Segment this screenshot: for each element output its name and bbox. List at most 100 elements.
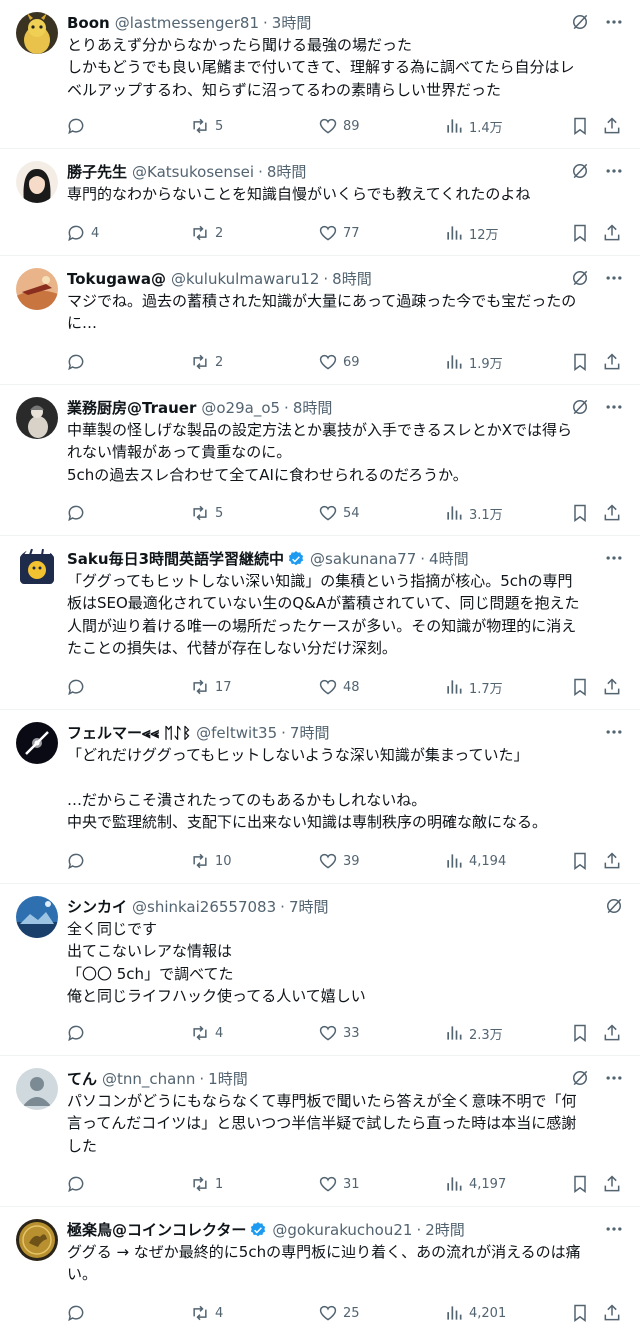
views-button[interactable]: 4,201 (444, 1302, 506, 1324)
display-name[interactable]: フェルマー⪡⪡ ᛖᛇᛒ (67, 722, 191, 744)
share-button[interactable] (602, 1173, 622, 1195)
display-name[interactable]: Saku毎日3時間英語学習継続中 (67, 548, 284, 570)
post[interactable]: てん @tnn_chann · 1時間 パソコンがどうにもならなくて専門板で聞い… (0, 1056, 640, 1207)
repost-button[interactable]: 1 (190, 1173, 223, 1195)
views-button[interactable]: 1.4万 (444, 115, 503, 137)
avatar[interactable] (16, 12, 58, 54)
repost-button[interactable]: 4 (190, 1302, 223, 1324)
views-button[interactable]: 1.7万 (444, 676, 503, 698)
timestamp[interactable]: 7時間 (290, 722, 330, 744)
user-handle[interactable]: @tnn_chann (102, 1068, 195, 1090)
timestamp[interactable]: 8時間 (332, 268, 372, 290)
like-button[interactable]: 89 (318, 115, 360, 137)
avatar[interactable] (16, 161, 58, 203)
bookmark-button[interactable] (570, 1173, 590, 1195)
avatar[interactable] (16, 548, 58, 590)
reply-button[interactable] (66, 1302, 91, 1324)
share-button[interactable] (602, 502, 622, 524)
display-name[interactable]: 勝子先生 (67, 161, 127, 183)
views-button[interactable]: 4,197 (444, 1173, 506, 1195)
bookmark-button[interactable] (570, 502, 590, 524)
user-handle[interactable]: @feltwit35 (196, 722, 277, 744)
grok-icon[interactable] (604, 896, 624, 916)
repost-button[interactable]: 17 (190, 676, 232, 698)
like-button[interactable]: 31 (318, 1173, 360, 1195)
share-button[interactable] (602, 676, 622, 698)
avatar[interactable] (16, 268, 58, 310)
grok-icon[interactable] (570, 1068, 590, 1088)
timestamp[interactable]: 3時間 (272, 12, 312, 34)
reply-button[interactable] (66, 850, 91, 872)
repost-button[interactable]: 5 (190, 115, 223, 137)
avatar[interactable] (16, 896, 58, 938)
share-button[interactable] (602, 1302, 622, 1324)
user-handle[interactable]: @sakunana77 (310, 548, 416, 570)
post[interactable]: 極楽鳥@コインコレクター @gokurakuchou21 · 2時間 ググる →… (0, 1207, 640, 1329)
more-dots-icon[interactable] (604, 268, 624, 288)
avatar[interactable] (16, 1219, 58, 1261)
share-button[interactable] (602, 850, 622, 872)
bookmark-button[interactable] (570, 351, 590, 373)
views-button[interactable]: 3.1万 (444, 502, 503, 524)
user-handle[interactable]: @kulukulmawaru12 (171, 268, 319, 290)
post[interactable]: フェルマー⪡⪡ ᛖᛇᛒ @feltwit35 · 7時間 「どれだけググってもヒ… (0, 710, 640, 884)
post[interactable]: Tokugawa@ @kulukulmawaru12 · 8時間 マジでね。過去… (0, 256, 640, 385)
user-handle[interactable]: @lastmessenger81 (115, 12, 259, 34)
more-dots-icon[interactable] (604, 397, 624, 417)
avatar[interactable] (16, 1068, 58, 1110)
post[interactable]: Boon @lastmessenger81 · 3時間 とりあえず分からなかった… (0, 0, 640, 149)
bookmark-button[interactable] (570, 1302, 590, 1324)
user-handle[interactable]: @o29a_o5 (201, 397, 280, 419)
avatar[interactable] (16, 397, 58, 439)
post[interactable]: 業務厨房@Trauer @o29a_o5 · 8時間 中華製の怪しげな製品の設定… (0, 385, 640, 536)
more-dots-icon[interactable] (604, 722, 624, 742)
more-dots-icon[interactable] (604, 12, 624, 32)
post[interactable]: シンカイ @shinkai26557083 · 7時間 全く同じです 出てこない… (0, 884, 640, 1056)
user-handle[interactable]: @gokurakuchou21 (272, 1219, 412, 1241)
display-name[interactable]: Tokugawa@ (67, 268, 166, 290)
like-button[interactable]: 25 (318, 1302, 360, 1324)
repost-button[interactable]: 4 (190, 1022, 223, 1044)
repost-button[interactable]: 2 (190, 222, 223, 244)
repost-button[interactable]: 2 (190, 351, 223, 373)
avatar[interactable] (16, 722, 58, 764)
like-button[interactable]: 39 (318, 850, 360, 872)
timestamp[interactable]: 8時間 (267, 161, 307, 183)
reply-button[interactable] (66, 351, 91, 373)
display-name[interactable]: Boon (67, 12, 110, 34)
views-button[interactable]: 2.3万 (444, 1022, 503, 1044)
display-name[interactable]: てん (67, 1068, 97, 1090)
share-button[interactable] (602, 222, 622, 244)
share-button[interactable] (602, 115, 622, 137)
bookmark-button[interactable] (570, 115, 590, 137)
like-button[interactable]: 48 (318, 676, 360, 698)
more-dots-icon[interactable] (604, 548, 624, 568)
repost-button[interactable]: 5 (190, 502, 223, 524)
timestamp[interactable]: 2時間 (425, 1219, 465, 1241)
display-name[interactable]: シンカイ (67, 896, 127, 918)
more-dots-icon[interactable] (604, 161, 624, 181)
grok-icon[interactable] (570, 161, 590, 181)
like-button[interactable]: 33 (318, 1022, 360, 1044)
views-button[interactable]: 4,194 (444, 850, 506, 872)
post[interactable]: 勝子先生 @Katsukosensei · 8時間 専門的なわからないことを知識… (0, 149, 640, 256)
like-button[interactable]: 77 (318, 222, 360, 244)
like-button[interactable]: 69 (318, 351, 360, 373)
bookmark-button[interactable] (570, 222, 590, 244)
views-button[interactable]: 1.9万 (444, 351, 503, 373)
share-button[interactable] (602, 351, 622, 373)
reply-button[interactable] (66, 115, 91, 137)
more-dots-icon[interactable] (604, 1219, 624, 1239)
user-handle[interactable]: @Katsukosensei (132, 161, 254, 183)
reply-button[interactable]: 4 (66, 222, 99, 244)
reply-button[interactable] (66, 1173, 91, 1195)
reply-button[interactable] (66, 676, 91, 698)
repost-button[interactable]: 10 (190, 850, 232, 872)
grok-icon[interactable] (570, 397, 590, 417)
timestamp[interactable]: 8時間 (293, 397, 333, 419)
bookmark-button[interactable] (570, 676, 590, 698)
reply-button[interactable] (66, 1022, 91, 1044)
user-handle[interactable]: @shinkai26557083 (132, 896, 276, 918)
bookmark-button[interactable] (570, 1022, 590, 1044)
post[interactable]: Saku毎日3時間英語学習継続中 @sakunana77 · 4時間 「ググって… (0, 536, 640, 710)
